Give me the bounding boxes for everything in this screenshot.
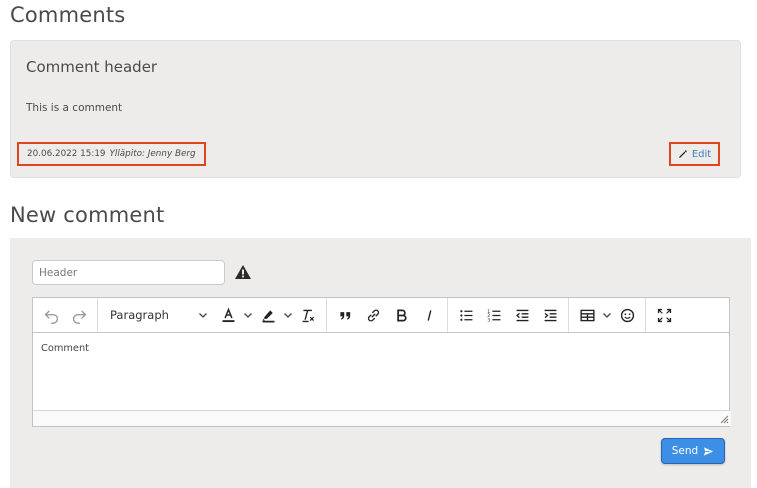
numbered-list-icon: 123 xyxy=(487,308,500,323)
font-color-button[interactable] xyxy=(214,301,242,329)
chevron-down-icon xyxy=(199,313,207,318)
comment-card: Comment header This is a comment 20.06.2… xyxy=(10,40,741,178)
paper-plane-icon xyxy=(704,446,714,456)
italic-button[interactable] xyxy=(415,301,443,329)
undo-button[interactable] xyxy=(37,301,65,329)
resize-grip-icon[interactable] xyxy=(720,415,729,424)
highlight-dropdown[interactable] xyxy=(282,301,294,329)
svg-text:3: 3 xyxy=(487,317,490,323)
format-group: Paragraph xyxy=(98,298,327,332)
bulleted-list-icon xyxy=(459,309,472,321)
link-icon xyxy=(367,309,379,321)
view-group xyxy=(646,298,682,332)
paragraph-dropdown[interactable]: Paragraph xyxy=(102,301,214,329)
editor-resize-bar xyxy=(33,410,731,426)
redo-icon xyxy=(72,310,86,324)
send-button[interactable]: Send xyxy=(661,438,725,464)
comment-editor-area[interactable]: Comment xyxy=(33,333,729,410)
table-dropdown[interactable] xyxy=(601,301,613,329)
edit-comment-link[interactable]: Edit xyxy=(669,142,720,166)
chevron-down-icon xyxy=(603,313,611,318)
inline-group xyxy=(327,298,448,332)
comment-meta: 20.06.2022 15:19 Ylläpito: Jenny Berg xyxy=(17,142,206,166)
undo-icon xyxy=(44,310,58,324)
send-label: Send xyxy=(671,445,699,457)
history-group xyxy=(33,298,98,332)
bulleted-list-button[interactable] xyxy=(452,301,480,329)
list-group: 123 xyxy=(448,298,569,332)
link-button[interactable] xyxy=(359,301,387,329)
fullscreen-button[interactable] xyxy=(650,301,678,329)
comment-author: Ylläpito: Jenny Berg xyxy=(109,149,196,159)
numbered-list-button[interactable]: 123 xyxy=(480,301,508,329)
comments-title: Comments xyxy=(10,3,126,27)
new-comment-form: Paragraph xyxy=(10,238,751,488)
editor-toolbar: Paragraph 1 2 3 xyxy=(33,298,729,333)
emoji-button[interactable] xyxy=(613,301,641,329)
chevron-down-icon xyxy=(244,313,252,318)
redo-button[interactable] xyxy=(65,301,93,329)
insert-group xyxy=(569,298,646,332)
fullscreen-icon xyxy=(657,308,671,322)
outdent-button[interactable] xyxy=(508,301,536,329)
indent-button[interactable] xyxy=(536,301,564,329)
bold-icon xyxy=(396,309,407,321)
header-input[interactable] xyxy=(32,260,225,285)
outdent-icon xyxy=(515,309,528,321)
chevron-down-icon xyxy=(284,313,292,318)
bold-button[interactable] xyxy=(387,301,415,329)
insert-table-button[interactable] xyxy=(573,301,601,329)
blockquote-button[interactable] xyxy=(331,301,359,329)
font-color-icon xyxy=(222,307,234,322)
remove-format-button[interactable] xyxy=(294,301,322,329)
highlight-button[interactable] xyxy=(254,301,282,329)
comment-header: Comment header xyxy=(26,58,158,76)
comment-body: This is a comment xyxy=(26,102,123,114)
rich-text-editor: Paragraph 1 2 3 Comment xyxy=(32,297,731,427)
highlighter-icon xyxy=(262,309,274,322)
smiley-icon xyxy=(620,308,634,322)
quote-icon xyxy=(339,311,350,320)
table-icon xyxy=(579,309,595,321)
new-comment-title: New comment xyxy=(10,203,165,227)
pencil-icon xyxy=(679,150,687,158)
comment-timestamp: 20.06.2022 15:19 xyxy=(27,149,106,159)
paragraph-label: Paragraph xyxy=(110,308,169,322)
warning-icon xyxy=(235,265,251,279)
font-color-dropdown[interactable] xyxy=(242,301,254,329)
edit-label: Edit xyxy=(691,148,712,160)
italic-icon xyxy=(427,309,431,321)
indent-icon xyxy=(544,309,556,321)
remove-format-icon xyxy=(302,309,314,322)
